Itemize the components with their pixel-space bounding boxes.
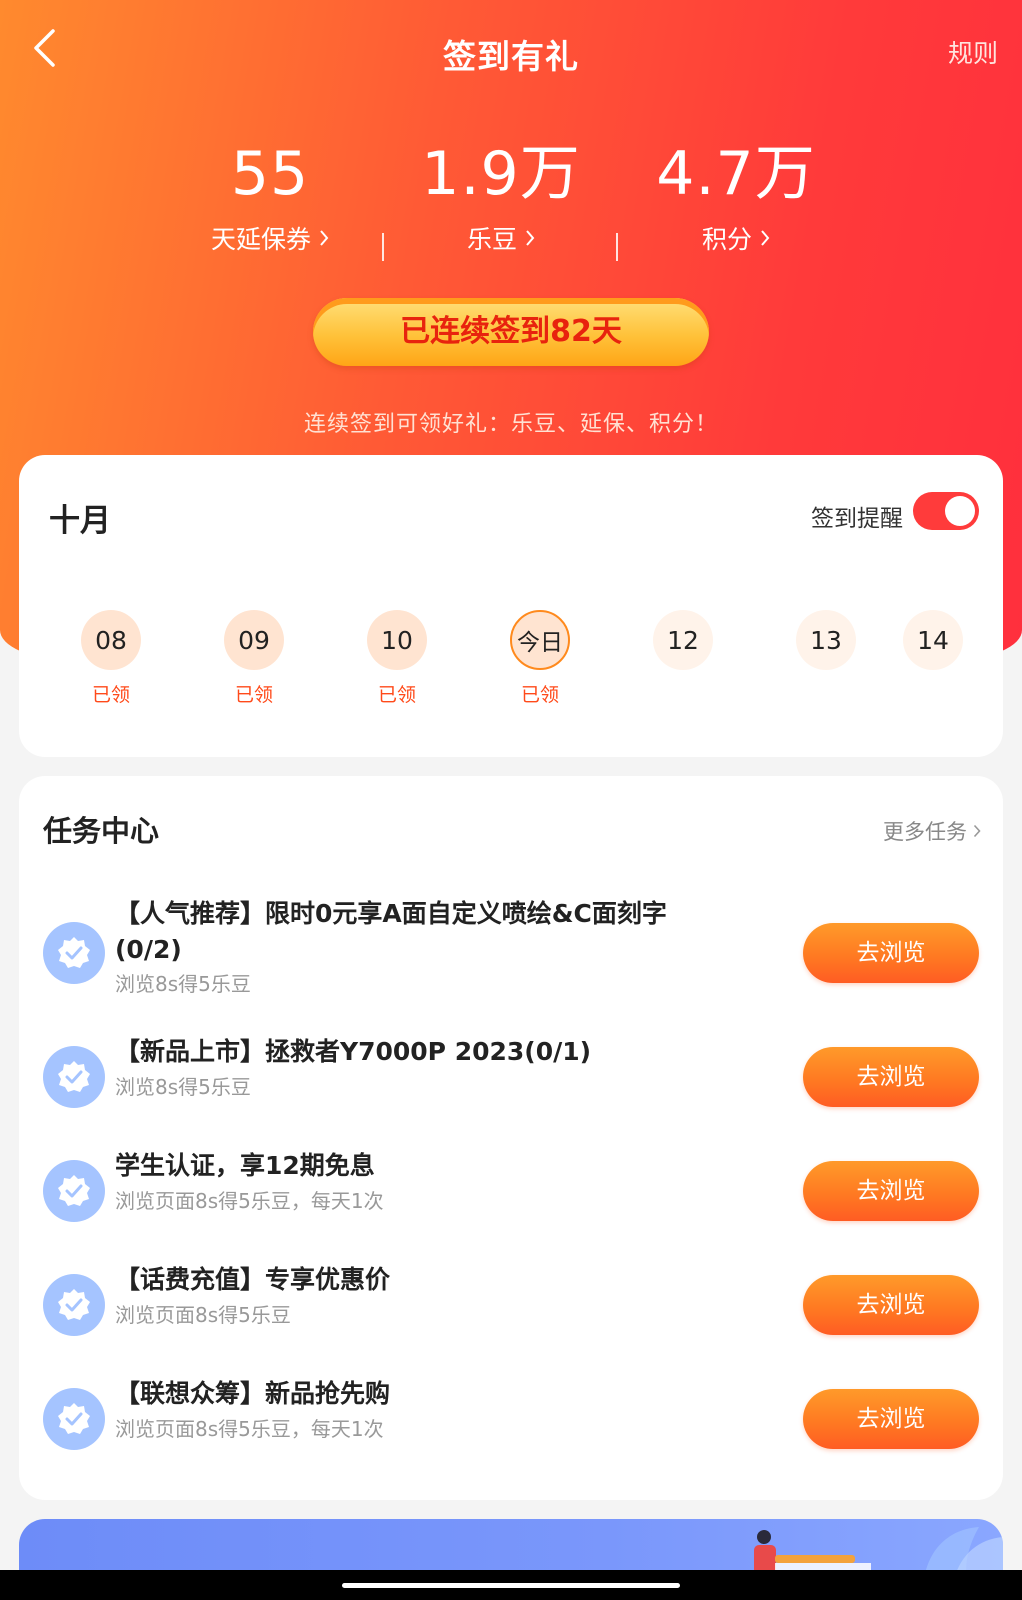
stat-label: 积分 [701,225,752,254]
stat-value: 55 [230,139,310,209]
browse-button[interactable]: 去浏览 [803,1047,979,1107]
task-item: 【联想众筹】新品抢先购 浏览页面8s得5乐豆，每天1次 去浏览 [43,1379,979,1458]
toggle-knob [945,496,975,526]
task-item: 学生认证，享12期免息 浏览页面8s得5乐豆，每天1次 去浏览 [43,1151,979,1230]
browse-button[interactable]: 去浏览 [803,1275,979,1335]
task-name: 【新品上市】拯救者Y7000P 2023(0/1) [115,1037,592,1066]
day-circle: 10 [367,610,427,670]
stat-points[interactable]: 4.7万 积分 [616,136,856,256]
stat-label: 乐豆 [466,225,517,254]
task-desc: 浏览8s得5乐豆 [115,972,251,996]
task-name: 【话费充值】专享优惠价 [115,1265,391,1294]
day-status: 已领 [234,684,273,706]
chevron-right-icon [319,229,329,247]
task-center-card: 任务中心 更多任务 【人气推荐】限时0元享A面自定义喷绘&C面刻字(0/2) 浏… [19,776,1003,1500]
day-status [623,680,743,704]
day-item[interactable]: 12 [623,610,743,704]
task-desc: 浏览8s得5乐豆 [115,1075,251,1099]
day-circle: 08 [81,610,141,670]
more-tasks-link[interactable]: 更多任务 [883,816,981,846]
verified-badge-icon [43,1046,105,1108]
day-status: 已领 [520,684,559,706]
reminder-label: 签到提醒 [811,506,903,532]
day-status: 已领 [91,684,130,706]
chevron-right-icon [525,229,535,247]
day-item[interactable]: 08 已领 [51,610,171,706]
day-item[interactable]: 14 [883,610,983,704]
task-name: 【联想众筹】新品抢先购 [115,1379,391,1408]
day-circle: 14 [903,610,963,670]
verified-badge-icon [43,1388,105,1450]
reminder-toggle[interactable] [913,492,979,530]
task-desc: 浏览页面8s得5乐豆 [115,1303,291,1327]
browse-button[interactable]: 去浏览 [803,923,979,983]
day-item[interactable]: 13 [766,610,886,704]
day-strip: 08 已领 09 已领 10 已领 今日 已领 12 13 14 [19,610,1003,710]
stat-ledou[interactable]: 1.9万 乐豆 [381,136,621,256]
streak-hint: 连续签到可领好礼：乐豆、延保、积分！ [303,412,718,437]
rules-link[interactable]: 规则 [948,34,998,70]
stat-warranty-coupons[interactable]: 55 天延保券 [150,136,390,256]
stat-value: 4.7万 [656,139,816,209]
day-item-today[interactable]: 今日 已领 [480,610,600,706]
day-status [766,680,886,704]
chevron-right-icon [760,229,770,247]
day-circle: 13 [796,610,856,670]
day-item[interactable]: 09 已领 [194,610,314,706]
verified-badge-icon [43,1160,105,1222]
stat-value: 1.9万 [421,139,581,209]
verified-badge-icon [43,922,105,984]
day-circle: 09 [224,610,284,670]
task-item: 【人气推荐】限时0元享A面自定义喷绘&C面刻字(0/2) 浏览8s得5乐豆 去浏… [43,896,979,1006]
browse-button[interactable]: 去浏览 [803,1389,979,1449]
streak-button[interactable]: 已连续签到82天 [313,298,709,366]
task-item: 【话费充值】专享优惠价 浏览页面8s得5乐豆 去浏览 [43,1265,979,1344]
day-circle: 12 [653,610,713,670]
day-circle: 今日 [510,610,570,670]
verified-badge-icon [43,1274,105,1336]
task-name: 【人气推荐】限时0元享A面自定义喷绘&C面刻字(0/2) [115,899,667,964]
chevron-right-icon [973,819,981,843]
task-center-title: 任务中心 [43,814,160,848]
stats-row: 55 天延保券 1.9万 乐豆 4.7万 积分 [150,136,870,266]
stat-label: 天延保券 [210,225,311,254]
more-tasks-label: 更多任务 [883,820,967,844]
browse-button[interactable]: 去浏览 [803,1161,979,1221]
day-status: 已领 [377,684,416,706]
task-item: 【新品上市】拯救者Y7000P 2023(0/1) 浏览8s得5乐豆 去浏览 [43,1037,979,1116]
task-name: 学生认证，享12期免息 [115,1151,375,1180]
task-desc: 浏览页面8s得5乐豆，每天1次 [115,1189,384,1213]
day-status [883,680,983,704]
task-desc: 浏览页面8s得5乐豆，每天1次 [115,1417,384,1441]
home-indicator[interactable] [342,1583,680,1588]
calendar-card: 十月 签到提醒 08 已领 09 已领 10 已领 今日 已领 12 13 14 [19,455,1003,757]
day-item[interactable]: 10 已领 [337,610,457,706]
page-title: 签到有礼 [443,37,579,76]
month-title: 十月 [49,503,111,539]
